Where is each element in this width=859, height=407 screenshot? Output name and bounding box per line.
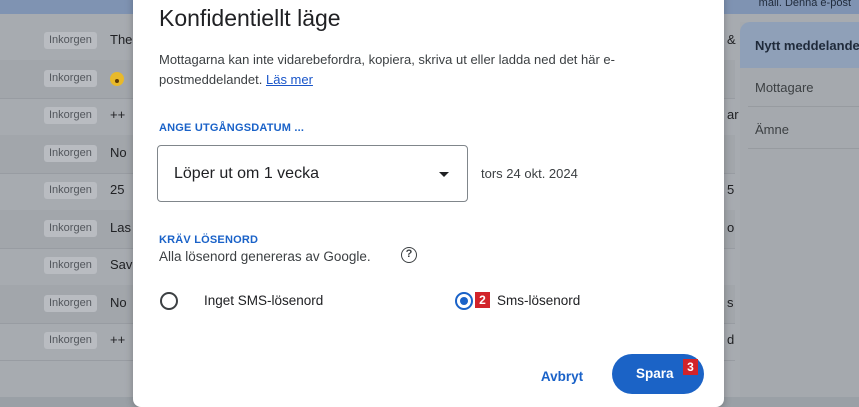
row-trailing-text: &: [727, 32, 736, 47]
expiry-date: tors 24 okt. 2024: [481, 166, 578, 181]
step-badge-3: 3: [683, 359, 698, 375]
row-snippet: No: [110, 294, 127, 310]
row-snippet: ++: [110, 332, 126, 347]
compose-window: Nytt meddelande Mottagare Ämne: [740, 22, 859, 397]
row-trailing-text: 5: [727, 182, 735, 197]
learn-more-link[interactable]: Läs mer: [266, 72, 313, 87]
step-badge-2: 2: [475, 292, 490, 308]
inbox-label-chip: Inkorgen: [44, 32, 97, 49]
compose-subject-field[interactable]: Ämne: [755, 122, 789, 137]
password-heading: KRÄV LÖSENORD: [159, 234, 259, 246]
row-snippet: [110, 70, 124, 87]
inbox-label-chip: Inkorgen: [44, 332, 97, 349]
inbox-label-chip: Inkorgen: [44, 144, 97, 162]
dropdown-arrow-icon: [439, 172, 449, 177]
expiry-select-value: Löper ut om 1 vecka: [174, 165, 319, 182]
inbox-label-chip: Inkorgen: [44, 294, 97, 312]
inbox-label-chip: Inkorgen: [44, 219, 97, 237]
row-trailing-text: d: [727, 332, 735, 347]
row-snippet: Las: [110, 219, 131, 235]
row-snippet: 25: [110, 182, 125, 197]
row-snippet: ++: [110, 107, 126, 122]
row-trailing-text: s: [727, 294, 734, 310]
dialog-title: Konfidentiellt läge: [159, 5, 341, 31]
expiry-select[interactable]: Löper ut om 1 vecka: [157, 145, 468, 202]
inbox-label-chip: Inkorgen: [44, 257, 97, 274]
background-header-text: mail. Denna e-post: [758, 0, 851, 9]
save-button[interactable]: Spara 3: [612, 354, 704, 394]
confidential-mode-dialog: Konfidentiellt läge Mottagarna kan inte …: [133, 0, 724, 407]
row-trailing-text: ar: [727, 107, 739, 122]
cancel-button[interactable]: Avbryt: [529, 359, 595, 395]
inbox-label-chip: Inkorgen: [44, 107, 97, 124]
compose-title: Nytt meddelande: [755, 38, 859, 53]
compose-header[interactable]: Nytt meddelande: [740, 22, 859, 68]
row-snippet: The: [110, 32, 133, 47]
inbox-label-chip: Inkorgen: [44, 69, 97, 87]
no-sms-password-label[interactable]: Inget SMS-lösenord: [204, 293, 323, 308]
no-sms-password-radio[interactable]: [160, 292, 178, 310]
inbox-label-chip: Inkorgen: [44, 182, 97, 199]
row-trailing-text: o: [727, 219, 735, 235]
sms-password-radio[interactable]: [455, 292, 473, 310]
password-description: Alla lösenord genereras av Google.: [159, 249, 371, 264]
row-snippet: Sav: [110, 257, 133, 272]
divider: [748, 148, 859, 149]
row-snippet: No: [110, 144, 127, 160]
description-text: Mottagarna kan inte vidarebefordra, kopi…: [159, 52, 615, 87]
help-icon[interactable]: ?: [401, 247, 417, 263]
save-button-label: Spara: [636, 366, 674, 381]
divider: [748, 106, 859, 107]
dialog-description: Mottagarna kan inte vidarebefordra, kopi…: [159, 50, 704, 90]
expiry-heading: ANGE UTGÅNGSDATUM ...: [159, 122, 305, 134]
emoji-icon: [110, 71, 124, 86]
sms-password-label[interactable]: Sms-lösenord: [497, 293, 580, 308]
compose-to-field[interactable]: Mottagare: [755, 80, 814, 95]
